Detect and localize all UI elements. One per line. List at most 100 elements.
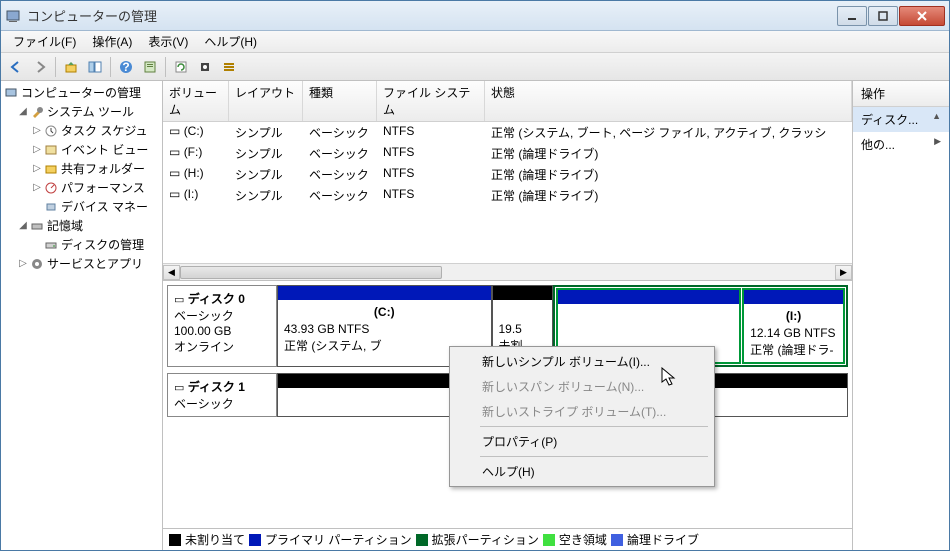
tree-disk-mgmt[interactable]: ディスクの管理 (31, 235, 160, 254)
partition-header (493, 286, 553, 300)
properties-button[interactable] (139, 56, 161, 78)
tools-icon (29, 104, 45, 120)
tree-task-scheduler[interactable]: ▷ タスク スケジュ (31, 121, 160, 140)
ctx-new-span-volume: 新しいスパン ボリューム(N)... (452, 374, 712, 399)
tree-storage[interactable]: ◢記憶域 (17, 216, 160, 235)
tree-label: サービスとアプリ (47, 255, 143, 272)
tree-label: 共有フォルダー (61, 160, 145, 177)
drive-icon: ▭ (169, 145, 180, 159)
menu-help[interactable]: ヘルプ(H) (196, 31, 265, 52)
h-scrollbar[interactable]: ◀ ▶ (163, 263, 852, 280)
minimize-button[interactable] (837, 6, 867, 26)
toolbar: ? (1, 53, 949, 81)
menu-action[interactable]: 操作(A) (84, 31, 140, 52)
clock-icon (43, 123, 59, 139)
ctx-properties[interactable]: プロパティ(P) (452, 429, 712, 454)
toolbar-separator (165, 57, 166, 77)
scroll-thumb[interactable] (180, 266, 442, 279)
col-status[interactable]: 状態 (485, 81, 852, 121)
partition-header (278, 286, 491, 300)
menu-file[interactable]: ファイル(F) (5, 31, 84, 52)
partition-header (744, 290, 843, 304)
toolbar-separator (55, 57, 56, 77)
nav-tree[interactable]: コンピューターの管理 ◢ システム ツール ▷ タスク スケジュ ▷ イベント ビュー… (1, 81, 163, 550)
svg-text:?: ? (122, 60, 129, 74)
action-disk[interactable]: ディスク...▲ (853, 107, 949, 132)
drive-icon: ▭ (169, 124, 180, 138)
volume-row[interactable]: ▭ (I:) シンプル ベーシック NTFS 正常 (論理ドライブ) (163, 185, 852, 206)
menu-separator (480, 456, 708, 457)
tree-services-apps[interactable]: ▷ サービスとアプリ (17, 254, 160, 273)
tree-label: システム ツール (47, 103, 134, 120)
col-layout[interactable]: レイアウト (229, 81, 303, 121)
maximize-button[interactable] (868, 6, 898, 26)
action-other[interactable]: 他の...▶ (853, 132, 949, 157)
ctx-new-simple-volume[interactable]: 新しいシンプル ボリューム(I)... (452, 349, 712, 374)
scroll-right-button[interactable]: ▶ (835, 265, 852, 280)
tree-shared-folders[interactable]: ▷ 共有フォルダー (31, 159, 160, 178)
partition-i[interactable]: (I:) 12.14 GB NTFS 正常 (論理ドラ- (742, 288, 845, 364)
settings-button[interactable] (194, 56, 216, 78)
tree-label: タスク スケジュ (61, 122, 148, 139)
legend-swatch-logical (611, 534, 623, 546)
legend-swatch-extended (416, 534, 428, 546)
event-icon (43, 142, 59, 158)
tree-performance[interactable]: ▷パフォーマンス (31, 178, 160, 197)
expand-icon[interactable]: ▷ (31, 163, 43, 174)
app-window: コンピューターの管理 ファイル(F) 操作(A) 表示(V) ヘルプ(H) ? … (0, 0, 950, 551)
show-hide-tree-button[interactable] (84, 56, 106, 78)
help-button[interactable]: ? (115, 56, 137, 78)
expand-icon[interactable]: ▷ (31, 144, 43, 155)
collapse-icon[interactable]: ◢ (17, 220, 29, 231)
tree-system-tools[interactable]: ◢ システム ツール (17, 102, 160, 121)
forward-button[interactable] (29, 56, 51, 78)
tree-root[interactable]: コンピューターの管理 (3, 83, 160, 102)
tree-event-viewer[interactable]: ▷ イベント ビュー (31, 140, 160, 159)
window-controls (837, 6, 945, 26)
disk-info[interactable]: ▭ ディスク 1 ベーシック (167, 373, 277, 417)
volume-row[interactable]: ▭ (H:) シンプル ベーシック NTFS 正常 (論理ドライブ) (163, 164, 852, 185)
titlebar: コンピューターの管理 (1, 1, 949, 31)
drive-icon: ▭ (169, 187, 180, 201)
menubar: ファイル(F) 操作(A) 表示(V) ヘルプ(H) (1, 31, 949, 53)
expand-icon[interactable]: ▷ (17, 258, 29, 269)
col-type[interactable]: 種類 (303, 81, 377, 121)
scroll-left-button[interactable]: ◀ (163, 265, 180, 280)
legend: 未割り当て プライマリ パーティション 拡張パーティション 空き領域 論理ドライ… (163, 528, 852, 550)
expand-icon[interactable]: ▷ (31, 182, 43, 193)
col-volume[interactable]: ボリューム (163, 81, 229, 121)
tree-label: ディスクの管理 (61, 236, 144, 253)
collapse-icon[interactable]: ◢ (17, 106, 29, 117)
services-icon (29, 256, 45, 272)
back-button[interactable] (5, 56, 27, 78)
context-menu: 新しいシンプル ボリューム(I)... 新しいスパン ボリューム(N)... 新… (449, 346, 715, 487)
tree-device-manager[interactable]: デバイス マネー (31, 197, 160, 216)
folder-icon (43, 161, 59, 177)
scroll-track[interactable] (180, 265, 835, 280)
menu-view[interactable]: 表示(V) (140, 31, 196, 52)
close-button[interactable] (899, 6, 945, 26)
legend-swatch-unalloc (169, 534, 181, 546)
disk-icon (43, 237, 59, 253)
computer-icon (3, 85, 19, 101)
toolbar-separator (110, 57, 111, 77)
disk-info[interactable]: ▭ ディスク 0 ベーシック 100.00 GB オンライン (167, 285, 277, 367)
list-settings-button[interactable] (218, 56, 240, 78)
disk-icon: ▭ (174, 294, 184, 306)
ctx-help[interactable]: ヘルプ(H) (452, 459, 712, 484)
refresh-button[interactable] (170, 56, 192, 78)
expand-icon[interactable]: ▷ (31, 125, 43, 136)
volume-row[interactable]: ▭ (F:) シンプル ベーシック NTFS 正常 (論理ドライブ) (163, 143, 852, 164)
actions-panel: 操作 ディスク...▲ 他の...▶ (853, 81, 949, 550)
col-filesystem[interactable]: ファイル システム (377, 81, 485, 121)
device-icon (43, 199, 59, 215)
tree-label: イベント ビュー (61, 141, 148, 158)
up-button[interactable] (60, 56, 82, 78)
chevron-right-icon: ▶ (934, 136, 941, 153)
list-header: ボリューム レイアウト 種類 ファイル システム 状態 (163, 81, 852, 122)
volume-row[interactable]: ▭ (C:) シンプル ベーシック NTFS 正常 (システム, ブート, ペー… (163, 122, 852, 143)
disk-icon: ▭ (174, 382, 184, 394)
volume-list: ボリューム レイアウト 種類 ファイル システム 状態 ▭ (C:) シンプル … (163, 81, 852, 281)
partition-header (558, 290, 739, 304)
list-body[interactable]: ▭ (C:) シンプル ベーシック NTFS 正常 (システム, ブート, ペー… (163, 122, 852, 263)
